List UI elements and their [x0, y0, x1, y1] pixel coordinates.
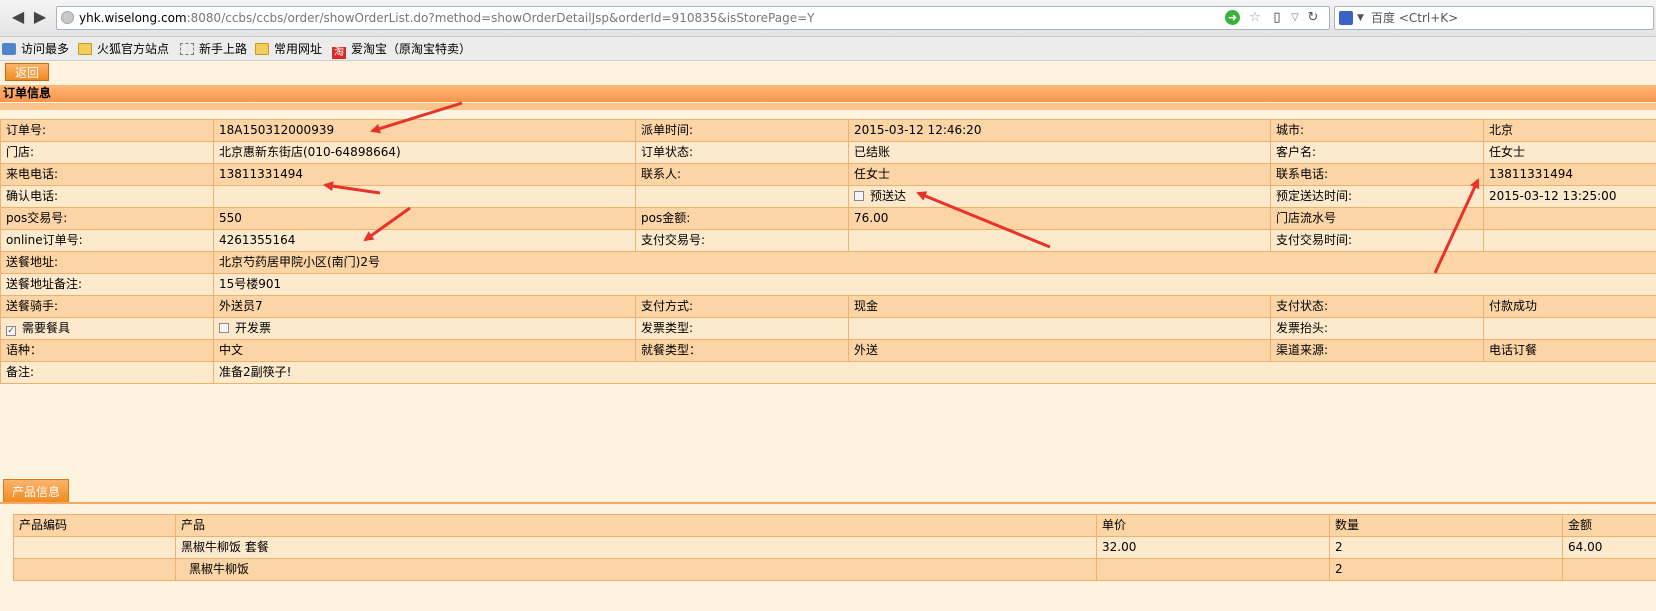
- search-box[interactable]: ▼ 百度 <Ctrl+K>: [1334, 6, 1654, 30]
- order-section-title: 订单信息: [0, 85, 1656, 102]
- folder-icon: [255, 43, 269, 55]
- language: 中文: [213, 339, 636, 362]
- table-row: 语种： 中文 就餐类型： 外送 渠道来源: 电话订餐: [0, 339, 1656, 362]
- customer-name: 任女士: [1483, 141, 1656, 164]
- scheduled-time: 2015-03-12 13:25:00: [1483, 185, 1656, 208]
- city: 北京: [1483, 119, 1656, 142]
- table-row: 黑椒牛柳饭 2: [13, 558, 1656, 581]
- invoice-checkbox[interactable]: [219, 323, 229, 333]
- globe-icon: [61, 11, 74, 24]
- remark: 准备2副筷子!: [213, 361, 1656, 384]
- invoice-title: [1483, 317, 1656, 340]
- invoice-type: [848, 317, 1271, 340]
- store-serial: [1483, 207, 1656, 230]
- table-row: 送餐地址: 北京芍药居甲院小区(南门)2号: [0, 251, 1656, 274]
- pay-method: 现金: [848, 295, 1271, 318]
- delivery-address: 北京芍药居甲院小区(南门)2号: [213, 251, 1656, 274]
- table-row: 备注: 准备2副筷子!: [0, 361, 1656, 384]
- taobao-icon: 淘: [332, 47, 346, 59]
- caller-phone: 13811331494: [213, 163, 636, 186]
- preorder-cell: 预送达: [848, 185, 1271, 208]
- table-header-row: 产品编码 产品 单价 数量 金额: [13, 514, 1656, 537]
- bookmark-most-visited[interactable]: 访问最多: [2, 41, 69, 57]
- order-no: 18A150312000939: [213, 119, 636, 142]
- reload-icon[interactable]: ↻: [1305, 10, 1321, 26]
- pay-trans-time: [1483, 229, 1656, 252]
- table-row: pos交易号: 550 pos金额: 76.00 门店流水号: [0, 207, 1656, 230]
- page-icon: [180, 43, 194, 55]
- engine-dropdown-icon[interactable]: ▼: [1357, 7, 1364, 29]
- tableware-cell: ✓ 需要餐具: [0, 317, 214, 340]
- tab-product-info[interactable]: 产品信息: [3, 479, 69, 503]
- table-row: 送餐骑手: 外送员7 支付方式: 现金 支付状态: 付款成功: [0, 295, 1656, 318]
- contact-phone: 13811331494: [1483, 163, 1656, 186]
- table-row: 门店: 北京惠新东街店(010-64898664) 订单状态: 已结账 客户名:…: [0, 141, 1656, 164]
- url-text: yhk.wiselong.com:8080/ccbs/ccbs/order/sh…: [79, 11, 815, 25]
- search-placeholder: 百度 <Ctrl+K>: [1371, 11, 1459, 25]
- pos-no: 550: [213, 207, 636, 230]
- folder-icon: [78, 43, 92, 55]
- dropdown-icon[interactable]: ▽: [1287, 10, 1303, 26]
- table-row: ✓ 需要餐具 开发票 发票类型: 发票抬头:: [0, 317, 1656, 340]
- pay-status: 付款成功: [1483, 295, 1656, 318]
- rider: 外送员7: [213, 295, 636, 318]
- bookmark-common-sites[interactable]: 常用网址: [255, 41, 322, 57]
- address-note: 15号楼901: [213, 273, 1656, 296]
- confirm-phone: [213, 185, 636, 208]
- contact-name: 任女士: [848, 163, 1271, 186]
- back-arrow-icon[interactable]: ◀: [10, 8, 26, 26]
- table-row: 黑椒牛柳饭 套餐 32.00 2 64.00: [13, 536, 1656, 559]
- store: 北京惠新东街店(010-64898664): [213, 141, 636, 164]
- preorder-checkbox[interactable]: [854, 191, 864, 201]
- go-icon[interactable]: ➜: [1225, 10, 1240, 25]
- channel: 电话订餐: [1483, 339, 1656, 362]
- bookmark-firefox-site[interactable]: 火狐官方站点: [78, 41, 169, 57]
- bookmark-aitaobao[interactable]: 淘爱淘宝（原淘宝特卖）: [332, 41, 471, 59]
- tableware-checkbox[interactable]: ✓: [6, 326, 16, 336]
- back-button[interactable]: 返回: [5, 63, 49, 81]
- table-row: 来电电话: 13811331494 联系人: 任女士 联系电话: 1381133…: [0, 163, 1656, 186]
- dispatch-time: 2015-03-12 12:46:20: [848, 119, 1271, 142]
- browser-toolbar: ◀ ▶ yhk.wiselong.com:8080/ccbs/ccbs/orde…: [0, 0, 1656, 37]
- table-row: 订单号: 18A150312000939 派单时间: 2015-03-12 12…: [0, 119, 1656, 142]
- order-status: 已结账: [848, 141, 1271, 164]
- address-bar[interactable]: yhk.wiselong.com:8080/ccbs/ccbs/order/sh…: [56, 6, 1330, 30]
- product-table: 产品编码 产品 单价 数量 金额 黑椒牛柳饭 套餐 32.00 2 64.00 …: [13, 514, 1656, 581]
- table-row: 送餐地址备注: 15号楼901: [0, 273, 1656, 296]
- order-detail-page: 返回 订单信息 订单号: 18A150312000939 派单时间: 2015-…: [0, 61, 1656, 611]
- bookmark-getting-started[interactable]: 新手上路: [180, 41, 247, 57]
- table-row: online订单号: 4261355164 支付交易号: 支付交易时间:: [0, 229, 1656, 252]
- baidu-icon: [1339, 11, 1353, 25]
- bookmark-star-icon[interactable]: ☆: [1247, 10, 1263, 26]
- table-row: 确认电话: 预送达 预定送达时间: 2015-03-12 13:25:00: [0, 185, 1656, 208]
- section-divider: [0, 103, 1656, 110]
- forward-arrow-icon[interactable]: ▶: [32, 8, 48, 26]
- most-visited-icon: [2, 43, 16, 55]
- tab-underline: [0, 502, 1656, 504]
- online-order-no: 4261355164: [213, 229, 636, 252]
- pay-trans-no: [848, 229, 1271, 252]
- dining-type: 外送: [848, 339, 1271, 362]
- invoice-cell: 开发票: [213, 317, 636, 340]
- mobile-icon[interactable]: ▯: [1269, 10, 1285, 26]
- bookmarks-toolbar: 访问最多 火狐官方站点 新手上路 常用网址 淘爱淘宝（原淘宝特卖）: [0, 37, 1656, 61]
- pos-amount: 76.00: [848, 207, 1271, 230]
- order-info-table: 订单号: 18A150312000939 派单时间: 2015-03-12 12…: [0, 119, 1656, 384]
